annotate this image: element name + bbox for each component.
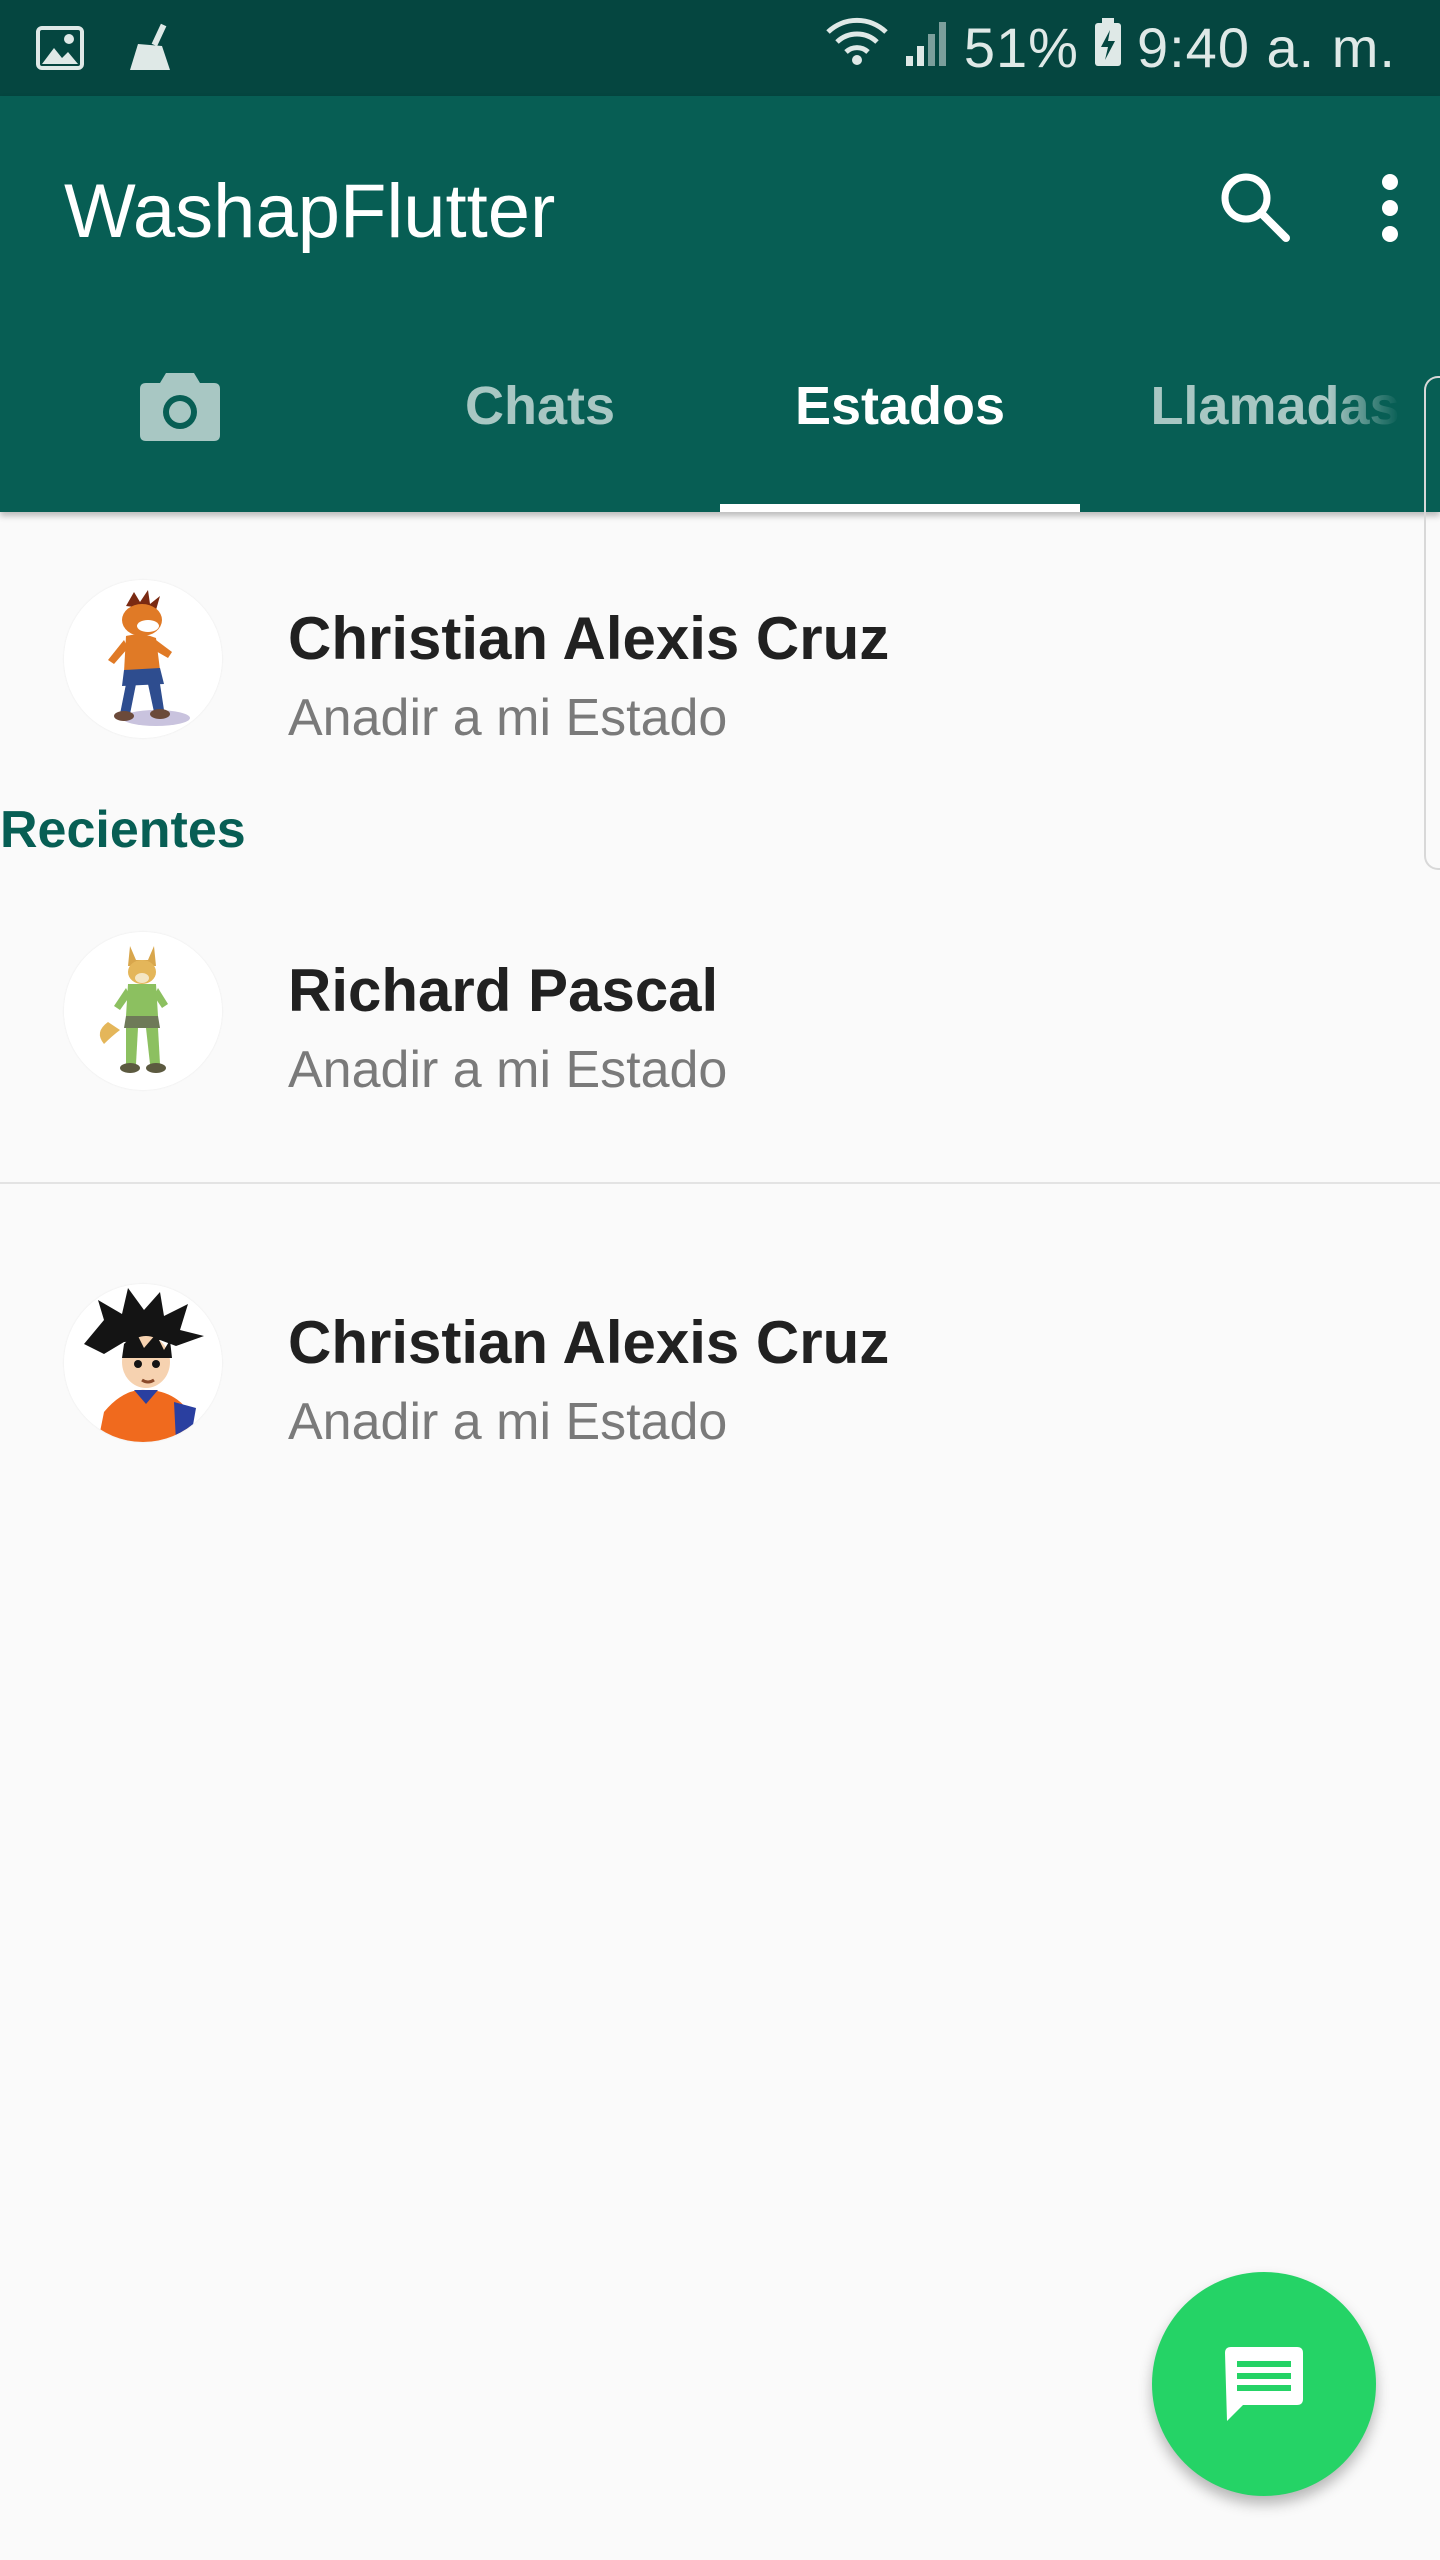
crash-bandicoot-avatar — [64, 580, 222, 738]
search-button[interactable] — [1214, 166, 1294, 246]
gallery-notification-icon — [36, 26, 84, 75]
more-vert-icon — [1382, 174, 1398, 242]
status-row[interactable]: Richard Pascal Anadir a mi Estado — [0, 890, 1440, 1100]
battery-charging-icon — [1093, 16, 1123, 81]
clock: 9:40 a. m. — [1136, 16, 1396, 79]
avatar — [64, 932, 222, 1090]
contact-name: Christian Alexis Cruz — [288, 605, 890, 672]
edge-panel-handle[interactable] — [1424, 376, 1440, 870]
app-bar: WashapFlutter Chats Estados Llamadas — [0, 96, 1440, 512]
status-bar: 51% 9:40 a. m. — [0, 0, 1440, 96]
tab-chats[interactable]: Chats — [360, 300, 720, 512]
tab-bar: Chats Estados Llamadas — [0, 300, 1440, 512]
status-row[interactable]: Christian Alexis Cruz Anadir a mi Estado — [0, 1242, 1440, 1452]
recent-section-label: Recientes — [0, 801, 246, 859]
signal-icon — [904, 16, 950, 81]
cleaner-notification-icon — [124, 22, 176, 79]
new-message-button[interactable] — [1152, 2272, 1376, 2496]
tab-camera[interactable] — [0, 300, 360, 512]
status-subtitle: Anadir a mi Estado — [288, 689, 728, 747]
divider — [0, 1182, 1440, 1184]
camera-icon — [140, 373, 220, 441]
contact-name: Richard Pascal — [288, 957, 719, 1024]
tab-llamadas[interactable]: Llamadas — [1080, 300, 1440, 512]
message-icon — [1225, 2347, 1303, 2421]
goku-avatar — [64, 1284, 222, 1442]
app-title: WashapFlutter — [64, 169, 556, 254]
tab-llamadas-label: Llamadas — [1150, 376, 1400, 436]
status-subtitle: Anadir a mi Estado — [288, 1393, 728, 1451]
more-options-button[interactable] — [1360, 168, 1420, 248]
status-subtitle: Anadir a mi Estado — [288, 1041, 728, 1099]
wifi-icon — [824, 16, 890, 81]
battery-percent: 51% — [963, 16, 1079, 79]
search-icon — [1221, 173, 1290, 242]
avatar — [64, 1284, 222, 1442]
active-tab-indicator — [720, 504, 1080, 512]
avatar — [64, 580, 222, 738]
tab-estados[interactable]: Estados — [720, 300, 1080, 512]
my-status-row[interactable]: Christian Alexis Cruz Anadir a mi Estado — [0, 538, 1440, 748]
fox-avatar — [64, 932, 222, 1090]
contact-name: Christian Alexis Cruz — [288, 1309, 890, 1376]
